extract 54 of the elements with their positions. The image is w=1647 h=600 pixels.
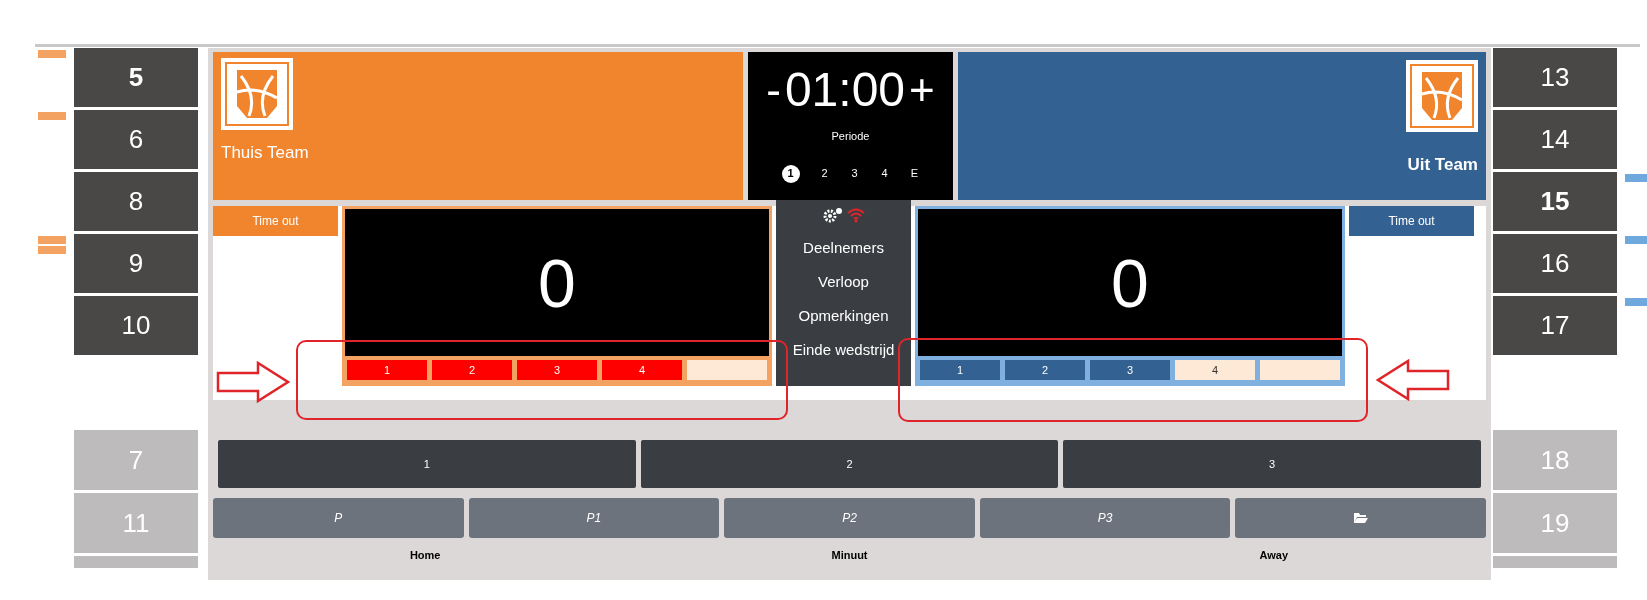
quarter-button[interactable]: 2 xyxy=(640,440,1059,488)
period-label: Periode xyxy=(831,129,870,144)
action-button[interactable]: P xyxy=(213,498,464,538)
column-label: Minuut xyxy=(831,547,868,563)
team-foul-button[interactable] xyxy=(687,360,767,380)
period-tab[interactable]: E xyxy=(909,165,920,182)
team-foul-button[interactable]: 2 xyxy=(432,360,512,380)
decrease-button[interactable]: - xyxy=(766,68,781,112)
team-foul-button[interactable]: 1 xyxy=(920,360,1000,380)
player-number-button[interactable]: 17 xyxy=(1493,296,1617,355)
action-button[interactable]: P1 xyxy=(468,498,720,538)
period-tab[interactable]: 2 xyxy=(819,165,830,182)
player-number-button[interactable]: 16 xyxy=(1493,234,1617,293)
basketball-logo-icon xyxy=(1404,58,1480,134)
team-name: Thuis Team xyxy=(221,142,309,164)
player-number-button[interactable]: 14 xyxy=(1493,110,1617,169)
menu-item[interactable]: Einde wedstrijd xyxy=(792,340,895,360)
player-number-button[interactable]: 6 xyxy=(74,110,198,169)
game-clock: 01:00 xyxy=(784,66,906,114)
team-score: 0 xyxy=(345,209,769,356)
period-tab[interactable]: 1 xyxy=(781,164,800,183)
player-number-button[interactable]: 8 xyxy=(74,172,198,231)
team-score: 0 xyxy=(918,209,1342,356)
team-foul-button[interactable] xyxy=(1260,360,1340,380)
quarter-button[interactable]: 1 xyxy=(218,440,636,488)
folder-icon xyxy=(1352,512,1369,524)
action-button[interactable]: P3 xyxy=(979,498,1231,538)
menu-item[interactable]: Opmerkingen xyxy=(798,306,889,326)
team-name: Uit Team xyxy=(1407,154,1478,176)
team-foul-button[interactable]: 4 xyxy=(602,360,682,380)
action-button[interactable] xyxy=(1235,498,1486,538)
team-foul-button[interactable]: 2 xyxy=(1005,360,1085,380)
player-number-button[interactable]: 9 xyxy=(74,234,198,293)
column-label: Home xyxy=(409,547,441,563)
period-tab[interactable]: 3 xyxy=(849,165,860,182)
basketball-logo-icon xyxy=(219,56,295,132)
gears-icon[interactable] xyxy=(821,206,844,224)
menu-item[interactable]: Verloop xyxy=(818,272,869,292)
menu-item[interactable]: Deelnemers xyxy=(803,238,884,258)
quarter-button[interactable]: 3 xyxy=(1063,440,1481,488)
action-button[interactable]: P2 xyxy=(724,498,975,538)
team-foul-button[interactable]: 1 xyxy=(347,360,427,380)
timeout-button[interactable]: Time out xyxy=(1349,206,1474,236)
player-number-button[interactable]: 15 xyxy=(1493,172,1617,231)
team-foul-button[interactable]: 4 xyxy=(1175,360,1255,380)
period-tab[interactable]: 4 xyxy=(879,165,890,182)
team-foul-button[interactable]: 3 xyxy=(517,360,597,380)
team-foul-button[interactable]: 3 xyxy=(1090,360,1170,380)
wifi-icon xyxy=(845,207,866,223)
increase-button[interactable]: + xyxy=(909,68,935,112)
column-label: Away xyxy=(1259,547,1289,563)
player-number-button[interactable]: 5 xyxy=(74,48,198,107)
player-number-button[interactable]: 10 xyxy=(74,296,198,355)
player-number-button[interactable]: 13 xyxy=(1493,48,1617,107)
